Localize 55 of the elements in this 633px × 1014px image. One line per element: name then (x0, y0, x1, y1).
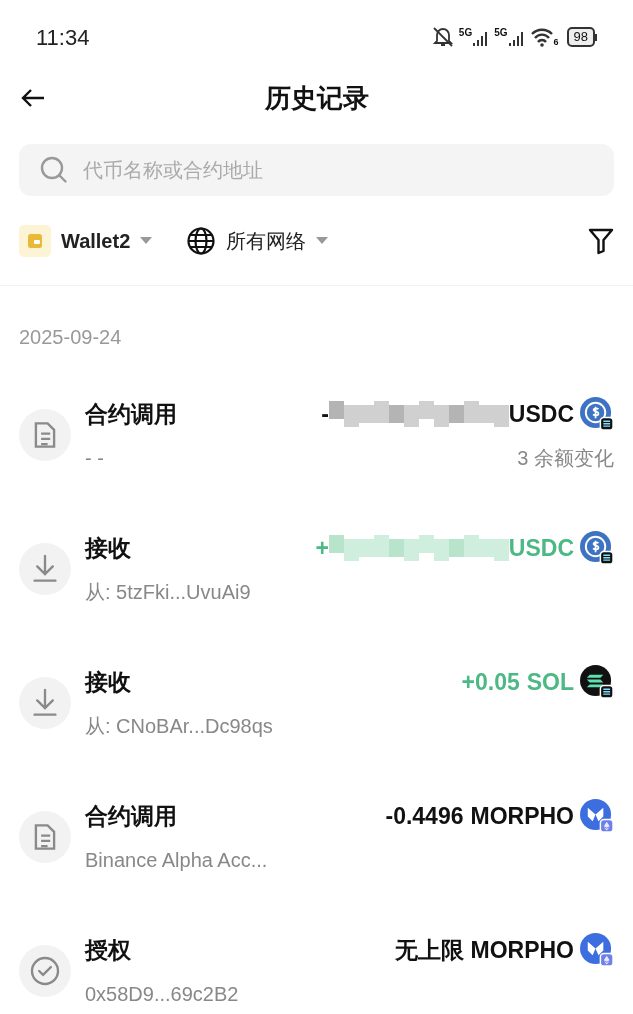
filter-button[interactable] (588, 226, 614, 255)
transaction-type: 接收 (85, 533, 131, 563)
amount-text: + (315, 533, 329, 563)
token-symbol: SOL (526, 667, 574, 697)
muted-bell-icon (430, 26, 455, 48)
transaction-row[interactable]: 授权 无上限 MORPHO 0x58D9...69c2B2 (0, 904, 633, 1014)
network-selector[interactable]: 所有网络 (186, 225, 329, 256)
transaction-subtitle: Binance Alpha Acc... (85, 848, 268, 874)
checkmark-icon (19, 945, 71, 997)
transaction-type: 接收 (85, 667, 131, 697)
caret-icon (316, 236, 329, 245)
transaction-row[interactable]: 接收 +0.05 SOL 从: CNoBAr...Dc98qs (0, 636, 633, 770)
transaction-row[interactable]: 合约调用 -0.4496 MORPHO Binance Alpha Acc... (0, 770, 633, 904)
transaction-type: 授权 (85, 935, 131, 965)
wallet-selector[interactable]: Wallet2 (19, 224, 153, 257)
transaction-type: 合约调用 (85, 399, 177, 429)
network-label: 5G (458, 28, 473, 38)
globe-icon (186, 225, 217, 256)
token-logo-icon (580, 933, 614, 967)
transaction-row[interactable]: 合约调用 - USDC - - 3 余额变化 (0, 368, 633, 502)
token-logo-icon (580, 397, 614, 431)
token-symbol: MORPHO (470, 801, 574, 831)
transaction-subtitle: 从: 5tzFki...UvuAi9 (85, 580, 251, 606)
amount-text: 无上限 (394, 935, 464, 965)
network-label: 5G (494, 28, 508, 38)
transaction-row[interactable]: 接收 + USDC 从: 5tzFki...UvuAi9 (0, 502, 633, 636)
download-icon (19, 543, 71, 595)
download-icon (19, 677, 71, 729)
search-field[interactable]: 代币名称或合约地址 (19, 144, 614, 196)
transaction-subtitle: 0x58D9...69c2B2 (85, 982, 239, 1008)
token-logo-icon (580, 799, 614, 833)
token-symbol: MORPHO (470, 935, 574, 965)
date-label: 2025-09-24 (18, 325, 123, 350)
search-icon (39, 155, 69, 185)
filter-icon (588, 226, 614, 255)
amount-text: - (321, 399, 329, 429)
balance-change-note: 3 余额变化 (517, 446, 614, 472)
wifi-icon (529, 27, 554, 47)
status-time: 11:34 (36, 23, 90, 52)
transaction-subtitle: - - (85, 446, 104, 472)
wifi-label: 6 (553, 38, 559, 47)
wallet-icon (19, 224, 51, 257)
transaction-subtitle: 从: CNoBAr...Dc98qs (85, 714, 273, 740)
token-symbol: USDC (508, 533, 574, 563)
amount-text: -0.4496 (385, 801, 464, 831)
token-logo-icon (580, 665, 614, 699)
amount-text: +0.05 (461, 667, 520, 697)
token-logo-icon (580, 531, 614, 565)
transaction-type: 合约调用 (85, 801, 177, 831)
battery-level: 98 (566, 27, 595, 47)
document-icon (19, 811, 71, 863)
document-icon (19, 409, 71, 461)
token-symbol: USDC (508, 399, 574, 429)
caret-icon (140, 236, 153, 245)
page-title: 历史记录 (264, 81, 369, 115)
